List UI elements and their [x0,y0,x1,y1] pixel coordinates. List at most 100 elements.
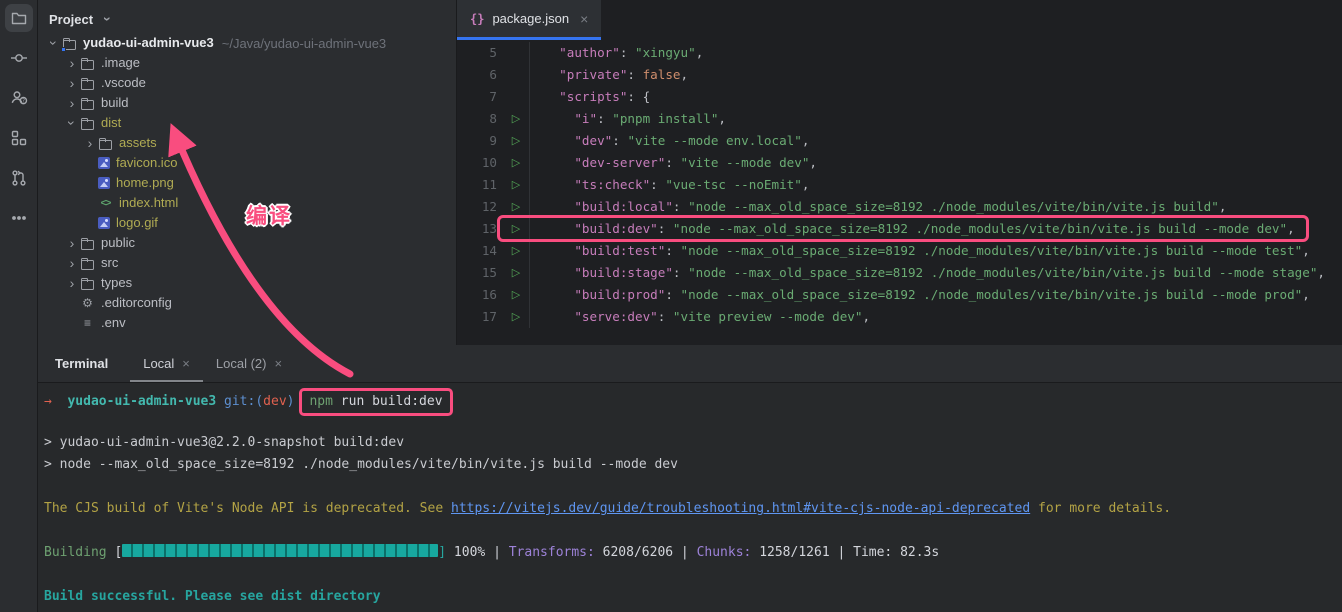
code-line-16: 16▷ "build:prod": "node --max_old_space_… [457,284,1342,306]
code-line-11: 11▷ "ts:check": "vue-tsc --noEmit", [457,174,1342,196]
chevron-right-icon[interactable]: › [64,276,80,290]
terminal-link[interactable]: https://vitejs.dev/guide/troubleshooting… [451,501,1030,516]
tree-item--image[interactable]: ›.image [38,53,456,73]
terminal-line-7: Building [] 100% | Transforms: 6208/6206… [44,542,1342,564]
editor-code[interactable]: 5 "author": "xingyu",6 "private": false,… [457,40,1342,345]
gutter-spacer [503,86,529,108]
tree-item-label: public [101,233,135,253]
line-number: 12 [457,196,503,218]
chevron-down-icon[interactable]: › [47,35,61,51]
code-line-17: 17▷ "serve:dev": "vite preview --mode de… [457,306,1342,328]
structure-icon[interactable] [5,124,33,152]
terminal-line-4 [44,476,1342,498]
tab-package-json[interactable]: {} package.json × [457,0,601,40]
folder-icon [80,117,95,130]
run-script-icon[interactable]: ▷ [503,196,529,218]
close-icon[interactable]: × [182,356,190,371]
terminal-line-5: The CJS build of Vite's Node API is depr… [44,498,1342,520]
tree-item-assets[interactable]: › assets [38,133,456,153]
line-number: 15 [457,262,503,284]
line-number: 13 [457,218,503,240]
terminal-header: Terminal Local × Local (2) × [38,345,1342,383]
image-icon [98,157,110,169]
tree-item-favicon-ico[interactable]: favicon.ico [38,153,456,173]
terminal-line-6 [44,520,1342,542]
folder-icon [80,97,95,110]
tree-item-logo-gif[interactable]: logo.gif [38,213,456,233]
run-script-icon[interactable]: ▷ [503,218,529,240]
tree-item-build[interactable]: › build [38,93,456,113]
support-icon[interactable]: ? [5,84,33,112]
chevron-right-icon[interactable]: › [64,236,80,250]
code-line-7: 7 "scripts": { [457,86,1342,108]
run-script-icon[interactable]: ▷ [503,240,529,262]
terminal-line-1 [44,410,1342,432]
folder-icon [80,257,95,270]
terminal-tab-local[interactable]: Local × [130,356,203,382]
line-number: 7 [457,86,503,108]
terminal-output[interactable]: → yudao-ui-admin-vue3 git:(dev)npm run b… [38,383,1342,612]
terminal-line-8 [44,564,1342,586]
pull-requests-icon[interactable] [5,164,33,192]
code-line-8: 8▷ "i": "pnpm install", [457,108,1342,130]
tree-item-src[interactable]: › src [38,253,456,273]
chevron-right-icon[interactable]: › [82,136,98,150]
tree-item-label: src [101,253,118,273]
folder-icon [80,77,95,90]
line-number: 11 [457,174,503,196]
tree-item-index-html[interactable]: <>index.html [38,193,456,213]
commit-icon[interactable] [5,44,33,72]
chevron-right-icon[interactable]: › [64,256,80,270]
tree-item-types[interactable]: ›types [38,273,456,293]
tree-item--env[interactable]: ≡.env [38,313,456,333]
run-script-icon[interactable]: ▷ [503,284,529,306]
code-line-10: 10▷ "dev-server": "vite --mode dev", [457,152,1342,174]
chevron-right-icon[interactable]: › [64,76,80,90]
tree-item-yudao-ui-admin-vue3[interactable]: ›yudao-ui-admin-vue3~/Java/yudao-ui-admi… [38,33,456,53]
tree-item--editorconfig[interactable]: ⚙.editorconfig [38,293,456,313]
folder-icon [80,237,95,250]
chevron-right-icon[interactable]: › [64,56,80,70]
run-script-icon[interactable]: ▷ [503,174,529,196]
tree-item-label: assets [119,133,157,153]
project-tree: ›yudao-ui-admin-vue3~/Java/yudao-ui-admi… [38,33,456,333]
run-script-icon[interactable]: ▷ [503,262,529,284]
chevron-right-icon[interactable]: › [64,96,80,110]
gear-icon: ⚙ [80,297,95,310]
progress-bar [122,544,438,557]
editor-tabbar: {} package.json × [457,0,1342,40]
tree-item-label: build [101,93,128,113]
tree-item-label: index.html [119,193,178,213]
terminal-line-2: > yudao-ui-admin-vue3@2.2.0-snapshot bui… [44,432,1342,454]
tree-item-home-png[interactable]: home.png [38,173,456,193]
line-number: 9 [457,130,503,152]
tree-item--vscode[interactable]: ›.vscode [38,73,456,93]
close-icon[interactable]: × [274,356,282,371]
chevron-down-icon[interactable]: › [65,115,79,131]
terminal-panel: Terminal Local × Local (2) × → yudao-ui-… [38,345,1342,612]
terminal-tab-local-2[interactable]: Local (2) × [203,356,295,382]
terminal-line-3: > node --max_old_space_size=8192 ./node_… [44,454,1342,476]
run-script-icon[interactable]: ▷ [503,108,529,130]
code-line-13: 13▷ "build:dev": "node --max_old_space_s… [457,218,1342,240]
more-icon[interactable] [5,204,33,232]
project-panel-header[interactable]: Project › [38,5,456,33]
project-icon[interactable] [5,4,33,32]
run-script-icon[interactable]: ▷ [503,152,529,174]
tree-item-public[interactable]: › public [38,233,456,253]
line-number: 10 [457,152,503,174]
project-panel-title: Project [49,12,93,27]
close-icon[interactable]: × [580,11,588,27]
run-script-icon[interactable]: ▷ [503,306,529,328]
env-icon: ≡ [80,317,95,330]
terminal-line-0: → yudao-ui-admin-vue3 git:(dev)npm run b… [44,388,1342,410]
tree-item-path: ~/Java/yudao-ui-admin-vue3 [222,36,386,51]
tab-label: package.json [492,11,569,26]
line-number: 5 [457,42,503,64]
gutter-spacer [503,42,529,64]
line-number: 14 [457,240,503,262]
tree-item-label: favicon.ico [116,153,177,173]
tree-item-dist[interactable]: ›dist [38,113,456,133]
chevron-down-icon: › [101,11,115,27]
run-script-icon[interactable]: ▷ [503,130,529,152]
